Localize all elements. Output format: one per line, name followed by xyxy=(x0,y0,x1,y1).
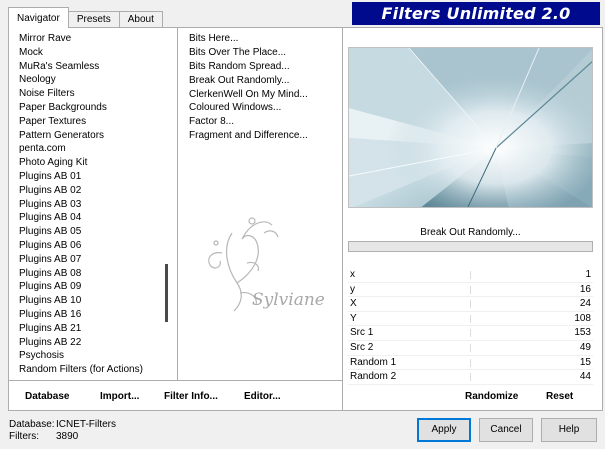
filter-item[interactable]: Coloured Windows... xyxy=(189,101,349,115)
parameter-value: 44 xyxy=(579,371,591,383)
category-item[interactable]: Photo Aging Kit xyxy=(19,156,171,170)
category-item[interactable]: Mirror Rave xyxy=(19,32,171,46)
filters-count-value: 3890 xyxy=(56,430,79,442)
category-item[interactable]: Plugins AB 05 xyxy=(19,225,171,239)
filter-item[interactable]: Fragment and Difference... xyxy=(189,129,349,143)
parameter-list: x 1 y 16 X 24 Y 108 Src 1 153 Src 2 49 Random 1 15 Ran… xyxy=(348,268,593,385)
category-item[interactable]: Neology xyxy=(19,73,171,87)
parameter-slider-mark xyxy=(470,300,471,309)
parameter-value: 49 xyxy=(579,341,591,353)
filter-item[interactable]: ClerkenWell On My Mind... xyxy=(189,88,349,102)
category-list[interactable]: Mirror Rave Mock MuRa's Seamless Neology Noi… xyxy=(19,32,171,378)
category-item[interactable]: Pattern Generators xyxy=(19,129,171,143)
category-item[interactable]: penta.com xyxy=(19,142,171,156)
parameter-name: Src 2 xyxy=(350,341,374,353)
filters-count-label: Filters: xyxy=(9,430,39,442)
parameter-row[interactable]: x1 xyxy=(348,268,593,283)
category-item[interactable]: Plugins AB 08 xyxy=(19,267,171,281)
progress-bar xyxy=(348,241,593,252)
tab-presets[interactable]: Presets xyxy=(67,11,120,28)
parameter-value: 108 xyxy=(574,312,591,324)
preview-image xyxy=(349,48,592,207)
filter-item[interactable]: Bits Here... xyxy=(189,32,349,46)
database-label: Database: xyxy=(9,419,55,430)
category-item[interactable]: Paper Textures xyxy=(19,115,171,129)
selected-filter-name: Break Out Randomly... xyxy=(420,227,521,238)
filter-item[interactable]: Factor 8... xyxy=(189,115,349,129)
category-item[interactable]: Mock xyxy=(19,46,171,60)
help-button[interactable]: Help xyxy=(541,418,597,442)
category-item[interactable]: Plugins AB 16 xyxy=(19,308,171,322)
category-item[interactable]: Paper Backgrounds xyxy=(19,101,171,115)
app-banner: Filters Unlimited 2.0 xyxy=(352,2,600,25)
parameter-slider-mark xyxy=(470,314,471,323)
parameter-row[interactable]: y 16 xyxy=(348,283,593,298)
parameter-name: x xyxy=(350,269,355,280)
filter-item[interactable]: Break Out Randomly... xyxy=(189,74,349,88)
cancel-button[interactable]: Cancel xyxy=(479,418,533,442)
parameter-value: 1 xyxy=(585,269,591,280)
parameter-value: 24 xyxy=(579,298,591,310)
category-item[interactable]: Psychosis xyxy=(19,349,171,363)
parameter-row[interactable]: X 24 xyxy=(348,297,593,312)
parameter-name: Y xyxy=(350,312,357,324)
category-item[interactable]: Plugins AB 22 xyxy=(19,336,171,350)
parameter-name: Src 1 xyxy=(350,327,374,339)
filter-item[interactable]: Bits Over The Place... xyxy=(189,46,349,60)
parameter-row[interactable]: Y 108 xyxy=(348,312,593,327)
parameter-name: y xyxy=(350,283,355,295)
filter-list[interactable]: Bits Here... Bits Over The Place... Bits R… xyxy=(189,32,349,182)
database-button[interactable]: Database xyxy=(25,391,69,402)
divider xyxy=(9,380,342,381)
filter-item[interactable]: Bits Random Spread... xyxy=(189,60,349,74)
filter-preview xyxy=(348,47,593,208)
parameter-name: Random 2 xyxy=(350,371,397,383)
randomize-button[interactable]: Randomize xyxy=(465,391,518,402)
parameter-slider-mark xyxy=(470,285,471,294)
category-item[interactable]: Plugins AB 03 xyxy=(19,198,171,212)
tab-bar: Navigator Presets About xyxy=(8,7,163,28)
parameter-name: Random 1 xyxy=(350,356,397,368)
watermark-signature: Sylviane xyxy=(208,217,325,312)
tab-navigator[interactable]: Navigator xyxy=(8,7,69,28)
category-item[interactable]: Plugins AB 07 xyxy=(19,253,171,267)
category-item[interactable]: Plugins AB 01 xyxy=(19,170,171,184)
filter-info-button[interactable]: Filter Info... xyxy=(164,391,218,402)
category-item[interactable]: Plugins AB 02 xyxy=(19,184,171,198)
category-scrollbar-thumb[interactable] xyxy=(165,264,168,322)
divider xyxy=(177,28,178,380)
category-item[interactable]: Plugins AB 09 xyxy=(19,280,171,294)
parameter-row[interactable]: Random 1 15 xyxy=(348,356,593,371)
parameter-slider-mark xyxy=(470,329,471,338)
parameter-slider-mark xyxy=(470,271,471,279)
parameter-value: 153 xyxy=(574,327,591,339)
category-item[interactable]: Plugins AB 21 xyxy=(19,322,171,336)
import-button[interactable]: Import... xyxy=(100,391,139,402)
parameter-slider-mark xyxy=(470,373,471,382)
category-item[interactable]: MuRa's Seamless xyxy=(19,60,171,74)
parameter-row[interactable]: Src 1 153 xyxy=(348,326,593,341)
navigator-panel: Mirror Rave Mock MuRa's Seamless Neology Noi… xyxy=(8,27,603,411)
parameter-value: 16 xyxy=(579,283,591,295)
database-value: ICNET-Filters xyxy=(56,419,116,430)
editor-button[interactable]: Editor... xyxy=(244,391,281,402)
tab-about[interactable]: About xyxy=(118,11,163,28)
category-item[interactable]: Noise Filters xyxy=(19,87,171,101)
category-item[interactable]: Plugins AB 10 xyxy=(19,294,171,308)
parameter-row[interactable]: Src 2 49 xyxy=(348,341,593,356)
parameter-name: X xyxy=(350,298,357,310)
category-item[interactable]: Plugins AB 04 xyxy=(19,211,171,225)
database-info: Database:ICNET-Filters Filters: 3890 xyxy=(9,419,116,442)
parameter-row[interactable]: Random 2 44 xyxy=(348,370,593,385)
watermark-text: Sylviane xyxy=(252,290,325,310)
category-item[interactable]: RCS Filter Pak 1.0 xyxy=(19,377,171,379)
category-item[interactable]: Random Filters (for Actions) xyxy=(19,363,171,377)
reset-button[interactable]: Reset xyxy=(546,391,573,402)
parameter-value: 15 xyxy=(579,356,591,368)
category-scrollbar[interactable] xyxy=(161,32,173,378)
parameter-slider-mark xyxy=(470,358,471,367)
category-item[interactable]: Plugins AB 06 xyxy=(19,239,171,253)
apply-button[interactable]: Apply xyxy=(417,418,471,442)
parameter-slider-mark xyxy=(470,343,471,352)
